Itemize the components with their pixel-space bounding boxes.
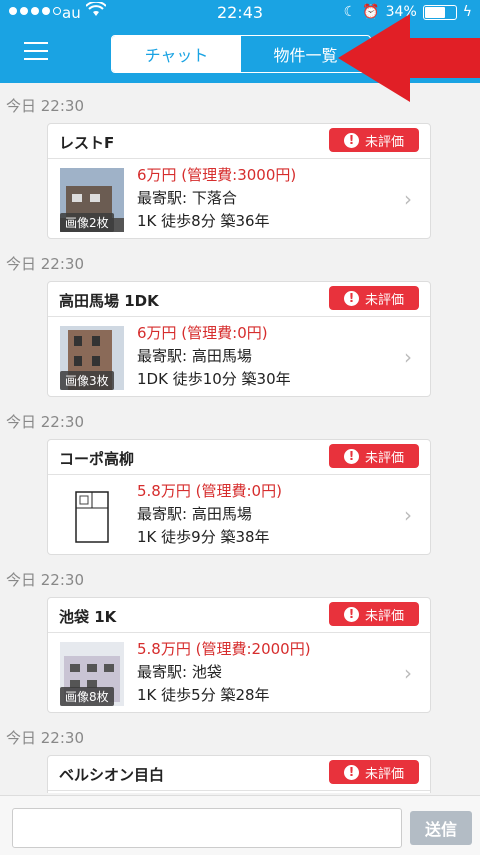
unrated-badge: ! 未評価: [329, 444, 419, 468]
property-card[interactable]: 高田馬場 1DK ! 未評価 画像3枚 6万円 (管理費:0円) 最寄駅: 高田馬…: [47, 281, 431, 397]
property-details: 1DK 徒歩10分 築30年: [137, 370, 291, 388]
property-card[interactable]: レストF ! 未評価 画像2枚 6万円 (管理費:3000円) 最寄駅: 下落合 …: [47, 123, 431, 239]
property-title: ベルシオン目白: [59, 766, 165, 784]
chat-feed[interactable]: 今日 22:30 レストF ! 未評価 画像2枚 6万円 (管理費:3000円) …: [0, 83, 480, 793]
unrated-badge: ! 未評価: [329, 760, 419, 784]
property-price: 5.8万円 (管理費:0円): [137, 482, 282, 500]
nearest-station: 最寄駅: 高田馬場: [137, 347, 252, 365]
property-details: 1K 徒歩5分 築28年: [137, 686, 270, 704]
exclamation-icon: !: [343, 764, 359, 780]
message-timestamp: 今日 22:30: [6, 413, 84, 431]
property-card[interactable]: 池袋 1K ! 未評価 画像8枚 5.8万円 (管理費:2000円) 最寄駅: 池…: [47, 597, 431, 713]
message-timestamp: 今日 22:30: [6, 571, 84, 589]
property-title: 池袋 1K: [59, 608, 117, 626]
chevron-right-icon: ›: [404, 661, 412, 685]
message-composer: 送信: [0, 795, 480, 855]
floor-plan-image: [60, 484, 124, 548]
message-timestamp: 今日 22:30: [6, 255, 84, 273]
nearest-station: 最寄駅: 池袋: [137, 663, 222, 681]
property-title: 高田馬場 1DK: [59, 292, 159, 310]
chevron-right-icon: ›: [404, 503, 412, 527]
nearest-station: 最寄駅: 下落合: [137, 189, 237, 207]
property-title: コーポ高柳: [59, 450, 135, 468]
image-count: 画像3枚: [60, 371, 114, 390]
exclamation-icon: !: [343, 132, 359, 148]
message-input[interactable]: [12, 808, 402, 848]
unrated-badge: ! 未評価: [329, 286, 419, 310]
property-photo: 画像8枚: [60, 642, 124, 706]
property-title: レストF: [59, 134, 115, 152]
property-card[interactable]: ベルシオン目白 ! 未評価: [47, 755, 431, 793]
unrated-badge: ! 未評価: [329, 128, 419, 152]
property-photo: 画像3枚: [60, 326, 124, 390]
image-count: 画像2枚: [60, 213, 114, 232]
property-card[interactable]: コーポ高柳 ! 未評価 5.8万円 (管理費:0円) 最寄駅: 高田馬場 1K 徒…: [47, 439, 431, 555]
tab-chat[interactable]: チャット: [112, 36, 241, 72]
send-button[interactable]: 送信: [410, 811, 472, 845]
property-price: 6万円 (管理費:3000円): [137, 166, 297, 184]
message-timestamp: 今日 22:30: [6, 729, 84, 747]
menu-icon[interactable]: [24, 42, 50, 62]
exclamation-icon: !: [343, 290, 359, 306]
exclamation-icon: !: [343, 606, 359, 622]
image-count: 画像8枚: [60, 687, 114, 706]
message-timestamp: 今日 22:30: [6, 97, 84, 115]
property-price: 5.8万円 (管理費:2000円): [137, 640, 311, 658]
property-price: 6万円 (管理費:0円): [137, 324, 268, 342]
chevron-right-icon: ›: [404, 187, 412, 211]
exclamation-icon: !: [343, 448, 359, 464]
property-details: 1K 徒歩9分 築38年: [137, 528, 270, 546]
segmented-control: チャット 物件一覧: [111, 35, 371, 73]
chevron-right-icon: ›: [404, 345, 412, 369]
nearest-station: 最寄駅: 高田馬場: [137, 505, 252, 523]
property-details: 1K 徒歩8分 築36年: [137, 212, 270, 230]
unrated-badge: ! 未評価: [329, 602, 419, 626]
property-photo: 画像2枚: [60, 168, 124, 232]
